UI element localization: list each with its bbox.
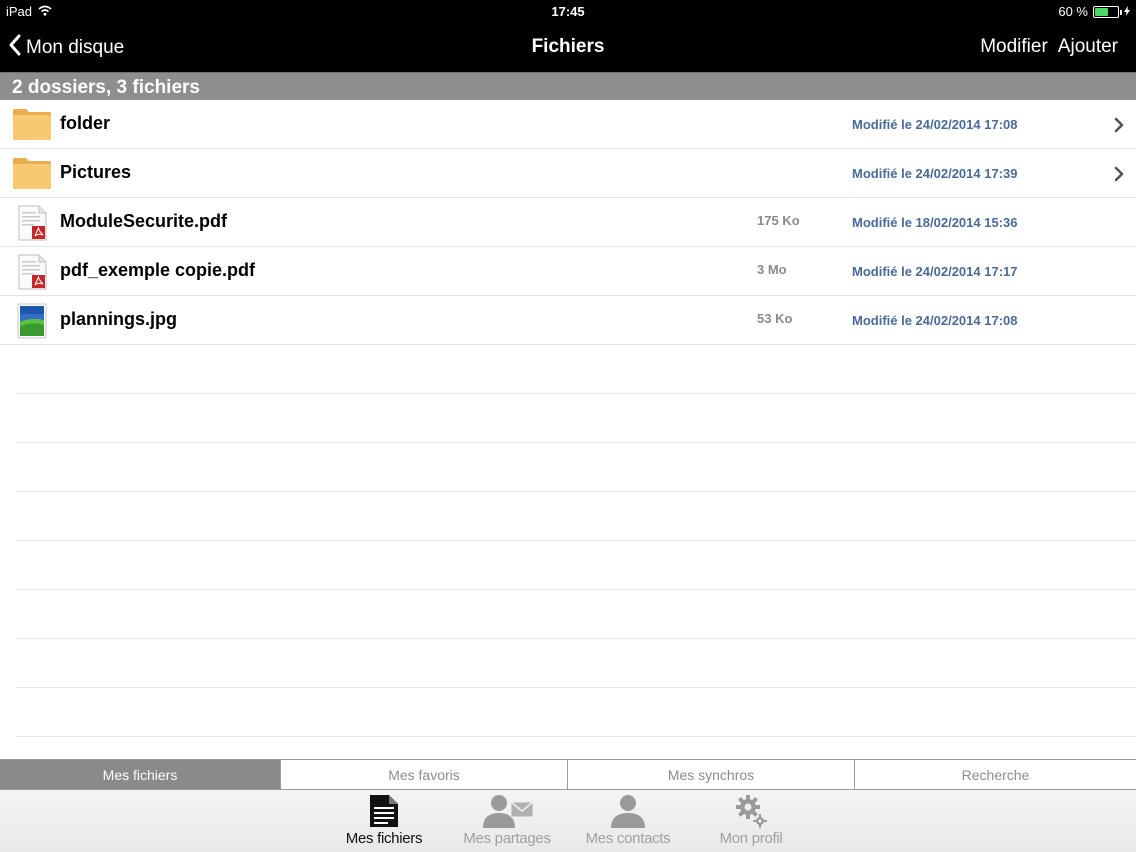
status-bar: iPad 17:45 60 % bbox=[0, 0, 1136, 24]
file-modified: Modifié le 24/02/2014 17:08 bbox=[852, 117, 1018, 132]
folder-icon bbox=[12, 156, 52, 192]
empty-list-row bbox=[16, 590, 1136, 639]
chevron-left-icon bbox=[8, 34, 22, 62]
file-modified: Modifié le 18/02/2014 15:36 bbox=[852, 215, 1018, 230]
empty-list-row bbox=[16, 345, 1136, 394]
file-size: 175 Ko bbox=[757, 213, 800, 228]
add-button[interactable]: Ajouter bbox=[1058, 36, 1118, 58]
share-person-icon bbox=[452, 794, 562, 828]
file-name: folder bbox=[60, 113, 111, 133]
tab-label: Mes partages bbox=[463, 830, 551, 847]
file-size: 3 Mo bbox=[757, 262, 787, 277]
file-name: pdf_exemple copie.pdf bbox=[60, 260, 256, 280]
segment-mes-fichiers[interactable]: Mes fichiers bbox=[0, 760, 281, 789]
file-size: 53 Ko bbox=[757, 311, 793, 326]
tab-mes-partages[interactable]: Mes partages bbox=[452, 794, 562, 850]
empty-list-row bbox=[16, 639, 1136, 688]
file-name: plannings.jpg bbox=[60, 309, 177, 329]
edit-button[interactable]: Modifier bbox=[980, 36, 1048, 58]
pdf-file-icon bbox=[12, 254, 52, 290]
tab-mes-contacts[interactable]: Mes contacts bbox=[573, 794, 683, 850]
tab-bar: Mes fichiers Mes partages Mes contacts M… bbox=[0, 790, 1136, 852]
back-button[interactable]: Mon disque bbox=[8, 34, 124, 62]
file-name: Pictures bbox=[60, 162, 132, 182]
chevron-right-icon bbox=[1112, 165, 1126, 183]
empty-list-row bbox=[16, 541, 1136, 590]
battery-icon bbox=[1093, 5, 1122, 18]
file-modified: Modifié le 24/02/2014 17:17 bbox=[852, 264, 1018, 279]
file-row-pdf-exemple[interactable]: pdf_exemple copie.pdf 3 Mo Modifié le 24… bbox=[0, 247, 1136, 296]
folder-icon bbox=[12, 107, 52, 143]
tab-label: Mon profil bbox=[719, 830, 783, 847]
file-name: ModuleSecurite.pdf bbox=[60, 211, 228, 231]
chevron-right-icon bbox=[1112, 116, 1126, 134]
pdf-file-icon bbox=[12, 205, 52, 241]
empty-list-row bbox=[16, 394, 1136, 443]
document-icon bbox=[329, 794, 439, 828]
battery-fill bbox=[1095, 7, 1109, 16]
section-header: 2 dossiers, 3 fichiers bbox=[0, 72, 1136, 100]
file-row-plannings[interactable]: plannings.jpg 53 Ko Modifié le 24/02/201… bbox=[0, 296, 1136, 345]
gear-icon bbox=[696, 794, 806, 828]
file-list: folder Modifié le 24/02/2014 17:08 Pictu… bbox=[0, 100, 1136, 737]
file-modified: Modifié le 24/02/2014 17:39 bbox=[852, 166, 1018, 181]
tab-mes-fichiers[interactable]: Mes fichiers bbox=[329, 794, 439, 850]
image-file-icon bbox=[12, 303, 52, 339]
segment-mes-favoris[interactable]: Mes favoris bbox=[281, 760, 568, 789]
charging-icon bbox=[1124, 4, 1130, 19]
file-row-folder[interactable]: folder Modifié le 24/02/2014 17:08 bbox=[0, 100, 1136, 149]
empty-list-row bbox=[16, 443, 1136, 492]
file-modified: Modifié le 24/02/2014 17:08 bbox=[852, 313, 1018, 328]
file-row-modulesecurite[interactable]: ModuleSecurite.pdf 175 Ko Modifié le 18/… bbox=[0, 198, 1136, 247]
page-title: Fichiers bbox=[531, 36, 605, 57]
back-label: Mon disque bbox=[26, 37, 125, 58]
battery-percent: 60 % bbox=[1058, 4, 1088, 19]
tab-mon-profil[interactable]: Mon profil bbox=[696, 794, 806, 850]
person-icon bbox=[573, 794, 683, 828]
segment-tabs: Mes fichiers Mes favoris Mes synchros Re… bbox=[0, 759, 1136, 790]
segment-mes-synchros[interactable]: Mes synchros bbox=[568, 760, 855, 789]
empty-list-row bbox=[16, 492, 1136, 541]
empty-list-row bbox=[16, 688, 1136, 737]
tab-label: Mes fichiers bbox=[345, 830, 423, 847]
file-row-pictures[interactable]: Pictures Modifié le 24/02/2014 17:39 bbox=[0, 149, 1136, 198]
tab-label: Mes contacts bbox=[585, 830, 671, 847]
segment-recherche[interactable]: Recherche bbox=[855, 760, 1136, 789]
status-time: 17:45 bbox=[551, 4, 585, 19]
navigation-bar: Mon disque Fichiers Modifier Ajouter bbox=[0, 24, 1136, 72]
